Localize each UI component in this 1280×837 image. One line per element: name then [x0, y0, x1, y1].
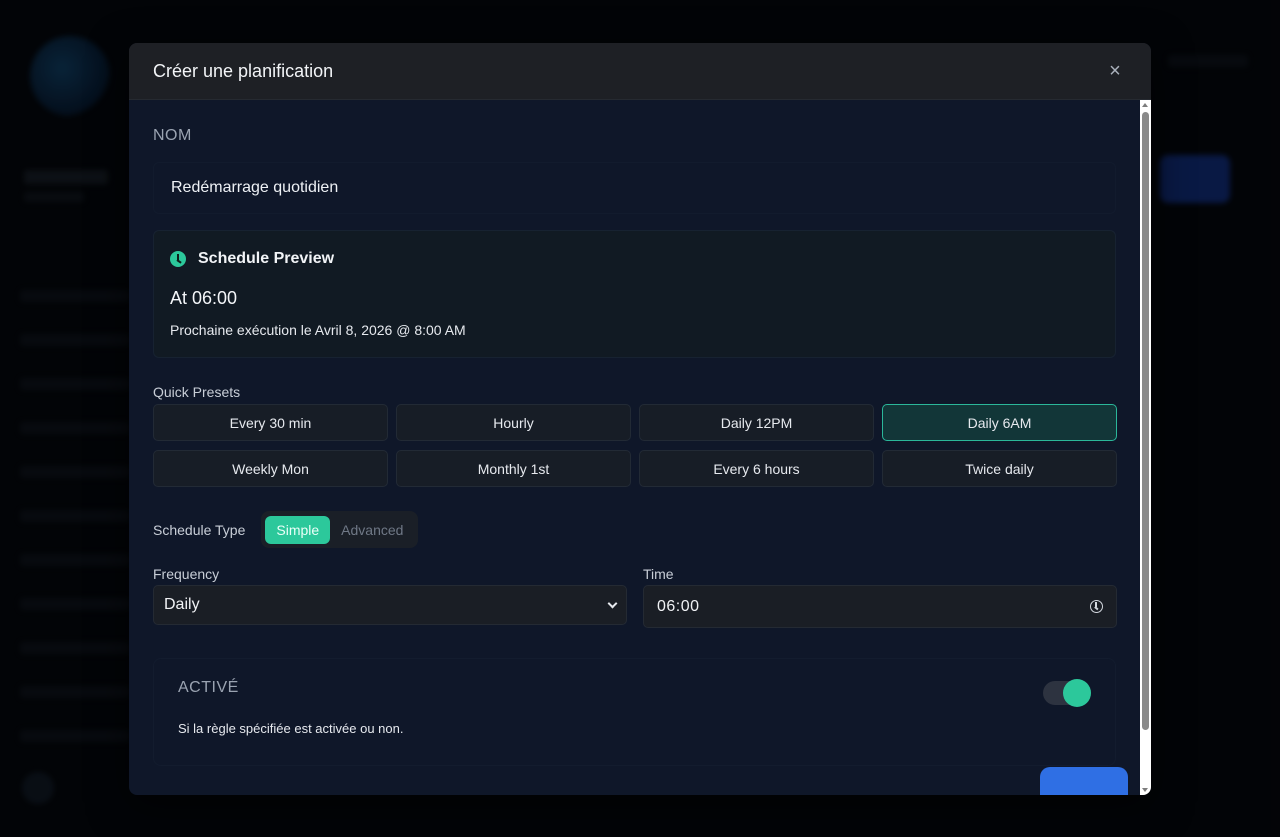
name-input[interactable]: Redémarrage quotidien	[153, 162, 1116, 214]
scroll-up-icon[interactable]	[1142, 103, 1148, 107]
modal-body: NOM Redémarrage quotidien Schedule Previ…	[129, 100, 1140, 795]
create-schedule-modal: Créer une planification × NOM Redémarrag…	[129, 43, 1151, 795]
time-value: 06:00	[657, 597, 700, 615]
preview-title: Schedule Preview	[198, 250, 335, 267]
schedule-fields: Frequency Daily Time 06:00	[153, 566, 1117, 628]
scroll-down-icon[interactable]	[1142, 788, 1148, 792]
time-field: Time 06:00	[643, 566, 1117, 628]
schedule-type-advanced[interactable]: Advanced	[330, 516, 414, 544]
preview-at: At 06:00	[170, 288, 238, 308]
frequency-label: Frequency	[153, 566, 220, 582]
preset-hourly[interactable]: Hourly	[396, 404, 631, 441]
preset-every-6-hours[interactable]: Every 6 hours	[639, 450, 874, 487]
time-input[interactable]: 06:00	[643, 585, 1117, 628]
name-label: NOM	[153, 127, 192, 144]
preview-header: Schedule Preview	[170, 250, 1099, 268]
scroll-thumb[interactable]	[1142, 112, 1149, 730]
enabled-card: ACTIVÉ Si la règle spécifiée est activée…	[153, 658, 1116, 766]
close-icon[interactable]: ×	[1103, 59, 1127, 83]
preset-twice-daily[interactable]: Twice daily	[882, 450, 1117, 487]
schedule-type-toggle: Simple Advanced	[261, 511, 419, 548]
save-button[interactable]	[1040, 767, 1128, 795]
preset-monthly-1st[interactable]: Monthly 1st	[396, 450, 631, 487]
enabled-toggle[interactable]	[1043, 679, 1091, 707]
preset-daily-12pm[interactable]: Daily 12PM	[639, 404, 874, 441]
time-label: Time	[643, 566, 674, 582]
schedule-type-label: Schedule Type	[153, 521, 246, 538]
schedule-preview: Schedule Preview At 06:00 Prochaine exéc…	[153, 230, 1116, 358]
clock-picker-icon[interactable]	[1090, 600, 1103, 613]
quick-presets: Every 30 min Hourly Daily 12PM Daily 6AM…	[153, 404, 1117, 487]
frequency-field: Frequency Daily	[153, 566, 627, 628]
modal-header: Créer une planification ×	[129, 43, 1151, 100]
toggle-knob	[1063, 679, 1091, 707]
schedule-type-simple[interactable]: Simple	[265, 515, 331, 544]
scrollbar[interactable]	[1140, 100, 1151, 795]
preset-every-30-min[interactable]: Every 30 min	[153, 404, 388, 441]
clock-icon	[170, 251, 186, 267]
presets-label: Quick Presets	[153, 384, 241, 400]
frequency-select[interactable]: Daily	[153, 585, 627, 625]
preset-weekly-mon[interactable]: Weekly Mon	[153, 450, 388, 487]
preview-next-run: Prochaine exécution le Avril 8, 2026 @ 8…	[170, 322, 466, 338]
preset-daily-6am[interactable]: Daily 6AM	[882, 404, 1117, 441]
schedule-type-row: Schedule Type Simple Advanced	[153, 511, 1116, 548]
chevron-down-icon	[607, 598, 618, 608]
enabled-description: Si la règle spécifiée est activée ou non…	[178, 721, 404, 736]
frequency-value: Daily	[164, 596, 200, 613]
modal-title: Créer une planification	[153, 60, 334, 81]
enabled-title: ACTIVÉ	[178, 679, 239, 696]
